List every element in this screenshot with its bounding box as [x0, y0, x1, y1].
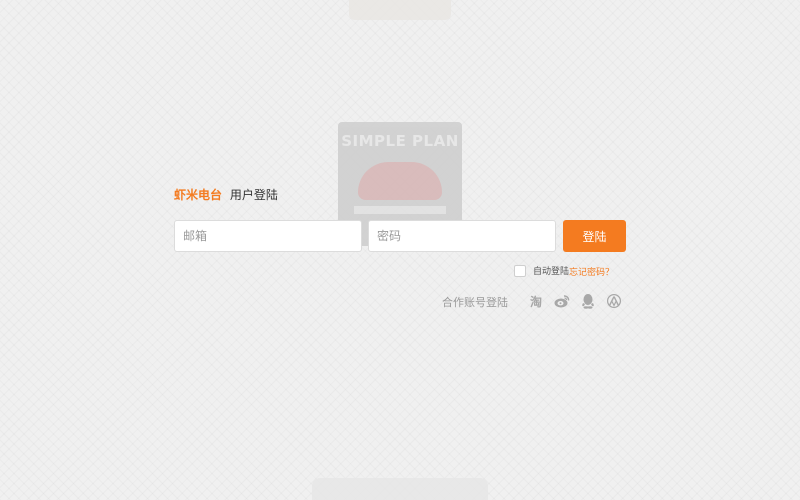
weibo-icon[interactable] [554, 293, 570, 309]
page-title: 用户登陆 [229, 188, 278, 202]
login-panel: 虾米电台 用户登陆 登陆 自动登陆 忘记密码？ 合作账号登陆 淘 [174, 186, 626, 309]
partner-login: 合作账号登陆 淘 [174, 293, 626, 309]
login-button[interactable]: 登陆 [563, 220, 626, 252]
partner-login-label: 合作账号登陆 [442, 296, 508, 309]
renren-icon[interactable] [606, 293, 622, 309]
email-field[interactable] [174, 220, 362, 252]
login-form: 登陆 [174, 220, 626, 252]
auto-login-option[interactable]: 自动登陆 [514, 264, 569, 277]
forgot-password-link[interactable]: 忘记密码？ [569, 265, 614, 278]
brand-name: 虾米电台 [174, 188, 223, 202]
taobao-icon[interactable]: 淘 [528, 293, 544, 309]
partner-icons: 淘 [528, 293, 622, 309]
login-heading: 虾米电台 用户登陆 [174, 186, 626, 204]
password-field[interactable] [368, 220, 556, 252]
login-options: 自动登陆 忘记密码？ [174, 264, 626, 278]
background-album-top [349, 0, 451, 20]
album-title: SIMPLE PLAN [341, 132, 459, 150]
background-album-bottom [312, 478, 488, 500]
auto-login-checkbox[interactable] [514, 264, 526, 277]
auto-login-label: 自动登陆 [533, 267, 570, 277]
qq-icon[interactable] [580, 293, 596, 309]
